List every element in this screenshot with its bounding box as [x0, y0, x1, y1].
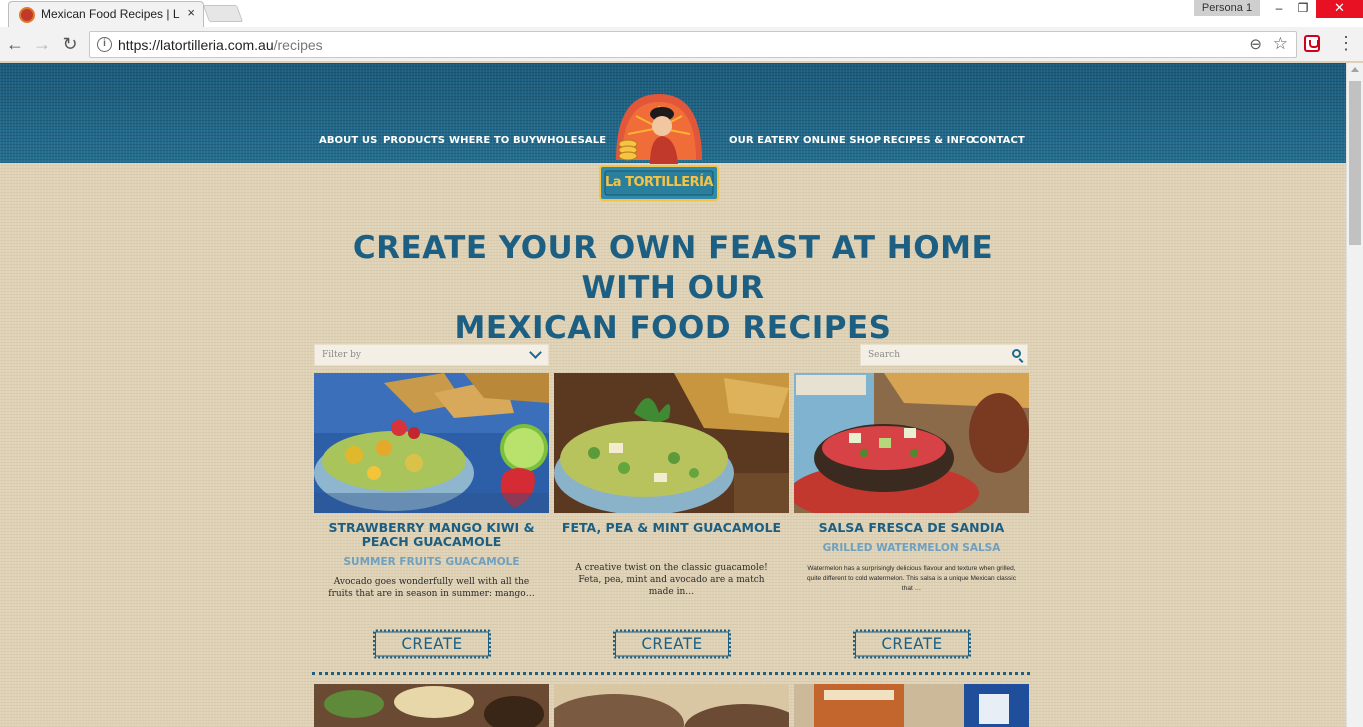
- recipe-subtitle: GRILLED WATERMELON SALSA: [822, 542, 1001, 554]
- recipe-photo-feta-pea-mint-guacamole[interactable]: [554, 373, 789, 513]
- recipe-photo-partial[interactable]: [314, 684, 549, 727]
- tab-close-icon[interactable]: ×: [187, 5, 195, 20]
- recipe-description: A creative twist on the classic guacamol…: [575, 563, 768, 597]
- recipe-description: Avocado goes wonderfully well with all t…: [328, 577, 535, 599]
- recipe-title[interactable]: SALSA FRESCA DE SANDIA: [794, 521, 1029, 535]
- tab-title: Mexican Food Recipes | L: [41, 7, 180, 21]
- browser-toolbar: ← → ↻ i https://latortilleria.com.au/rec…: [0, 27, 1363, 62]
- recipe-photo-partial[interactable]: [554, 684, 789, 727]
- address-bar[interactable]: i https://latortilleria.com.au/recipes ⊖…: [89, 31, 1297, 58]
- nav-wholesale[interactable]: WHOLESALE: [536, 135, 606, 146]
- filter-by-dropdown[interactable]: Filter by: [314, 344, 549, 366]
- search-input[interactable]: Search: [860, 344, 1028, 366]
- recipe-title[interactable]: FETA, PEA & MINT GUACAMOLE: [554, 521, 789, 535]
- create-button[interactable]: CREATE: [613, 629, 731, 659]
- tab-strip: Mexican Food Recipes | L × Persona 1 – ❐…: [0, 0, 1363, 27]
- chevron-down-icon: [529, 346, 542, 359]
- recipe-photo-partial[interactable]: [794, 684, 1029, 727]
- site-favicon-icon: [19, 7, 35, 23]
- filter-placeholder: Filter by: [322, 350, 361, 360]
- back-arrow-icon[interactable]: ←: [5, 34, 25, 54]
- forward-arrow-icon[interactable]: →: [32, 34, 52, 54]
- logo-wordmark: La TORTILLERÍA: [605, 175, 714, 190]
- nav-our-eatery[interactable]: OUR EATERY: [729, 135, 800, 146]
- recipe-subtitle: SUMMER FRUITS GUACAMOLE: [343, 556, 520, 568]
- search-icon[interactable]: [1012, 349, 1021, 358]
- bookmark-star-icon[interactable]: ☆: [1273, 34, 1288, 54]
- minimize-window-button[interactable]: –: [1266, 0, 1292, 18]
- create-button[interactable]: CREATE: [853, 629, 971, 659]
- pocket-extension-icon[interactable]: [1304, 35, 1320, 52]
- page-heading: CREATE YOUR OWN FEAST AT HOME WITH OUR M…: [300, 228, 1046, 348]
- scrollbar-thumb[interactable]: [1349, 81, 1361, 245]
- profile-persona-button[interactable]: Persona 1: [1194, 0, 1260, 16]
- page-viewport: ABOUT US PRODUCTS WHERE TO BUY WHOLESALE…: [0, 63, 1346, 727]
- nav-about-us[interactable]: ABOUT US: [319, 135, 377, 146]
- recipe-photo-salsa-fresca-de-sandia[interactable]: [794, 373, 1029, 513]
- url-path: /recipes: [273, 37, 323, 53]
- nav-contact[interactable]: CONTACT: [972, 135, 1025, 146]
- nav-online-shop[interactable]: ONLINE SHOP: [803, 135, 881, 146]
- recipe-description: Watermelon has a surprisingly delicious …: [807, 565, 1016, 592]
- close-window-button[interactable]: ✕: [1316, 0, 1363, 18]
- recipe-photo-strawberry-guacamole[interactable]: [314, 373, 549, 513]
- maximize-window-button[interactable]: ❐: [1290, 0, 1316, 18]
- create-button[interactable]: CREATE: [373, 629, 491, 659]
- nav-recipes-info[interactable]: RECIPES & INFO: [883, 135, 974, 146]
- recipe-title[interactable]: STRAWBERRY MANGO KIWI & PEACH GUACAMOLE: [314, 521, 549, 549]
- row-divider: [312, 672, 1030, 675]
- browser-tab-active[interactable]: Mexican Food Recipes | L ×: [8, 1, 204, 27]
- url-text[interactable]: https://latortilleria.com.au/recipes: [118, 37, 323, 53]
- url-host: https://latortilleria.com.au: [118, 37, 274, 53]
- search-placeholder: Search: [868, 350, 900, 360]
- page-heading-line-1: CREATE YOUR OWN FEAST AT HOME WITH OUR: [352, 230, 994, 306]
- new-tab-button[interactable]: [202, 5, 244, 22]
- page-scrollbar[interactable]: [1346, 63, 1363, 727]
- page-heading-line-2: MEXICAN FOOD RECIPES: [454, 310, 892, 346]
- reload-icon[interactable]: ↻: [60, 34, 80, 54]
- scroll-up-arrow-icon[interactable]: [1351, 67, 1359, 72]
- zoom-icon[interactable]: ⊖: [1249, 35, 1262, 53]
- nav-products[interactable]: PRODUCTS: [383, 135, 445, 146]
- site-info-icon[interactable]: i: [97, 37, 112, 52]
- browser-menu-icon[interactable]: ⋮: [1337, 33, 1355, 53]
- nav-where-to-buy[interactable]: WHERE TO BUY: [449, 135, 536, 146]
